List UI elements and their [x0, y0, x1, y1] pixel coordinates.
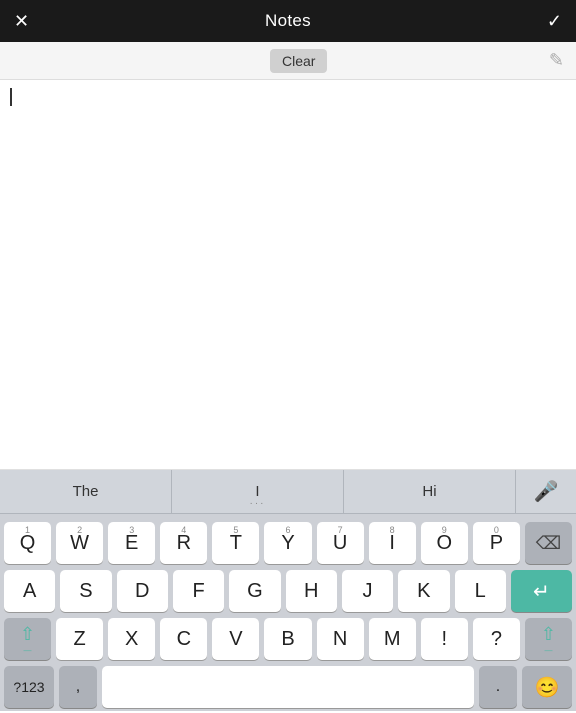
shift-up-icon-right: ⇧ [541, 624, 556, 645]
key-i[interactable]: 8 I [369, 522, 416, 564]
key-g[interactable]: G [229, 570, 280, 612]
autocomplete-item-hi[interactable]: Hi [344, 470, 516, 513]
key-x[interactable]: X [108, 618, 155, 660]
mic-icon: 🎤 [534, 479, 559, 504]
key-r[interactable]: 4 R [160, 522, 207, 564]
key-v[interactable]: V [212, 618, 259, 660]
keyboard-row-2: A S D F G H J K L ↵ [4, 570, 572, 612]
note-area[interactable] [0, 80, 576, 470]
key-h[interactable]: H [286, 570, 337, 612]
enter-icon: ↵ [533, 579, 550, 604]
autocomplete-item-the[interactable]: The [0, 470, 172, 513]
pencil-icon: ✎ [549, 50, 564, 71]
key-j[interactable]: J [342, 570, 393, 612]
shift-left-button[interactable]: ⇧ — [4, 618, 51, 660]
num-sym-button[interactable]: ?123 [4, 666, 54, 708]
key-z[interactable]: Z [56, 618, 103, 660]
key-d[interactable]: D [117, 570, 168, 612]
autocomplete-item-i[interactable]: I ··· [172, 470, 344, 513]
clear-button[interactable]: Clear [270, 49, 327, 73]
keyboard: 1 Q 2 W 3 E 4 R 5 T 6 Y 7 U 8 I [0, 514, 576, 711]
comma-label: , [76, 678, 80, 696]
key-w[interactable]: 2 W [56, 522, 103, 564]
period-button[interactable]: . [479, 666, 517, 708]
autocomplete-dots: ··· [250, 498, 266, 509]
key-b[interactable]: B [264, 618, 311, 660]
autocomplete-text: The [73, 483, 99, 500]
key-c[interactable]: C [160, 618, 207, 660]
autocomplete-text: Hi [422, 483, 436, 500]
backspace-button[interactable]: ⌫ [525, 522, 572, 564]
key-k[interactable]: K [398, 570, 449, 612]
key-l[interactable]: L [455, 570, 506, 612]
key-a[interactable]: A [4, 570, 55, 612]
space-button[interactable] [102, 666, 474, 708]
key-u[interactable]: 7 U [317, 522, 364, 564]
comma-button[interactable]: , [59, 666, 97, 708]
key-f[interactable]: F [173, 570, 224, 612]
keyboard-row-3: ⇧ — Z X C V B N M ! ? ⇧ [4, 618, 572, 660]
shift-up-icon: ⇧ [20, 624, 35, 645]
toolbar: Clear ✎ [0, 42, 576, 80]
key-question[interactable]: ? [473, 618, 520, 660]
key-n[interactable]: N [317, 618, 364, 660]
key-p[interactable]: 0 P [473, 522, 520, 564]
autocomplete-bar: The I ··· Hi 🎤 [0, 470, 576, 514]
key-s[interactable]: S [60, 570, 111, 612]
confirm-button[interactable]: ✓ [547, 11, 562, 32]
key-o[interactable]: 9 O [421, 522, 468, 564]
enter-button[interactable]: ↵ [511, 570, 572, 612]
shift-right-button[interactable]: ⇧ — [525, 618, 572, 660]
emoji-icon: 😊 [535, 675, 560, 700]
num-sym-label: ?123 [13, 679, 44, 695]
key-exclamation[interactable]: ! [421, 618, 468, 660]
key-y[interactable]: 6 Y [264, 522, 311, 564]
period-label: . [496, 678, 500, 696]
backspace-icon: ⌫ [536, 533, 561, 554]
emoji-button[interactable]: 😊 [522, 666, 572, 708]
header-title: Notes [265, 11, 311, 31]
key-q[interactable]: 1 Q [4, 522, 51, 564]
close-button[interactable]: ✕ [14, 11, 29, 32]
key-t[interactable]: 5 T [212, 522, 259, 564]
key-e[interactable]: 3 E [108, 522, 155, 564]
keyboard-row-bottom: ?123 , . 😊 [4, 666, 572, 708]
text-cursor [10, 88, 12, 106]
key-m[interactable]: M [369, 618, 416, 660]
app-header: ✕ Notes ✓ [0, 0, 576, 42]
keyboard-row-1: 1 Q 2 W 3 E 4 R 5 T 6 Y 7 U 8 I [4, 522, 572, 564]
microphone-button[interactable]: 🎤 [516, 470, 576, 513]
